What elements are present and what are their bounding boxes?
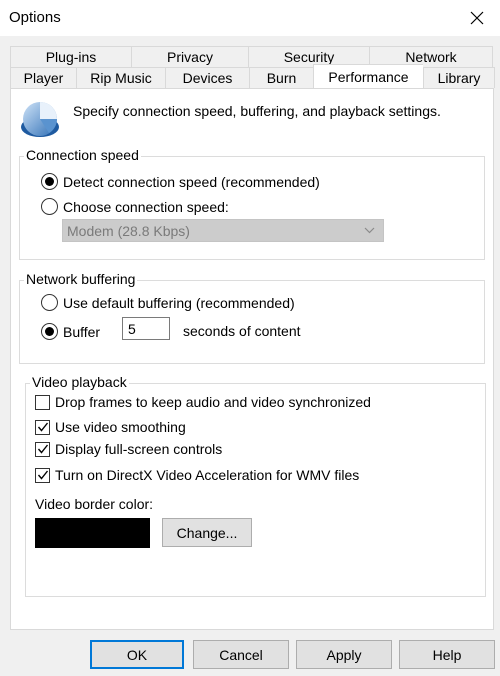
header-description: Specify connection speed, buffering, and… xyxy=(73,103,441,119)
video-smoothing-option[interactable]: Use video smoothing xyxy=(35,419,186,435)
chevron-down-icon xyxy=(364,227,375,234)
video-playback-group: Video playback Drop frames to keep audio… xyxy=(25,374,486,597)
tab-row-front: Player Rip Music Devices Burn Performanc… xyxy=(10,64,495,88)
tab-player[interactable]: Player xyxy=(10,67,76,88)
detect-speed-label: Detect connection speed (recommended) xyxy=(63,173,320,190)
video-smoothing-checkbox[interactable] xyxy=(35,419,50,435)
buffer-label: Buffer xyxy=(63,323,101,340)
directx-acceleration-checkbox[interactable] xyxy=(35,467,50,483)
checkmark-icon xyxy=(37,444,48,454)
close-icon xyxy=(470,11,484,25)
connection-speed-select[interactable]: Modem (28.8 Kbps) xyxy=(62,219,384,242)
directx-acceleration-option[interactable]: Turn on DirectX Video Acceleration for W… xyxy=(35,467,359,483)
connection-speed-value: Modem (28.8 Kbps) xyxy=(67,222,190,239)
network-buffering-label: Network buffering xyxy=(24,271,138,287)
close-button[interactable] xyxy=(454,0,500,36)
tab-rip-music[interactable]: Rip Music xyxy=(76,67,165,88)
fullscreen-controls-checkbox[interactable] xyxy=(35,441,50,457)
default-buffering-label: Use default buffering (recommended) xyxy=(63,294,295,311)
fullscreen-controls-label: Display full-screen controls xyxy=(55,441,223,457)
title-bar: Options xyxy=(0,0,500,36)
choose-speed-radio[interactable] xyxy=(41,198,58,215)
tab-devices[interactable]: Devices xyxy=(165,67,249,88)
tab-performance[interactable]: Performance xyxy=(313,64,423,88)
directx-acceleration-label: Turn on DirectX Video Acceleration for W… xyxy=(55,467,360,483)
buffer-suffix-label: seconds of content xyxy=(183,323,301,339)
network-buffering-group: Network buffering Use default buffering … xyxy=(19,271,485,364)
drop-frames-checkbox[interactable] xyxy=(35,394,50,410)
tab-privacy[interactable]: Privacy xyxy=(131,46,248,67)
tab-burn[interactable]: Burn xyxy=(249,67,313,88)
fullscreen-controls-option[interactable]: Display full-screen controls xyxy=(35,441,222,457)
detect-speed-radio[interactable] xyxy=(41,173,58,190)
drop-frames-label: Drop frames to keep audio and video sync… xyxy=(55,394,371,410)
video-smoothing-label: Use video smoothing xyxy=(55,419,186,435)
tab-panel-performance: Specify connection speed, buffering, and… xyxy=(10,88,494,630)
cancel-button[interactable]: Cancel xyxy=(193,640,289,669)
choose-speed-label: Choose connection speed: xyxy=(63,198,229,215)
detect-speed-option[interactable]: Detect connection speed (recommended) xyxy=(41,173,320,190)
connection-speed-label: Connection speed xyxy=(24,147,141,163)
buffer-radio[interactable] xyxy=(41,323,58,340)
border-color-label: Video border color: xyxy=(35,496,154,512)
buffer-seconds-input[interactable]: 5 xyxy=(122,317,170,340)
ok-button[interactable]: OK xyxy=(90,640,184,669)
default-buffering-radio[interactable] xyxy=(41,294,58,311)
apply-button[interactable]: Apply xyxy=(296,640,392,669)
performance-icon xyxy=(21,102,59,137)
border-color-swatch xyxy=(35,518,150,548)
change-color-button[interactable]: Change... xyxy=(162,518,252,547)
tab-library[interactable]: Library xyxy=(423,67,495,88)
video-playback-label: Video playback xyxy=(30,374,129,390)
choose-speed-option[interactable]: Choose connection speed: xyxy=(41,198,229,215)
default-buffering-option[interactable]: Use default buffering (recommended) xyxy=(41,294,295,311)
window-title: Options xyxy=(9,9,61,26)
tab-plug-ins[interactable]: Plug-ins xyxy=(10,46,131,67)
help-button[interactable]: Help xyxy=(399,640,495,669)
checkmark-icon xyxy=(37,422,48,432)
drop-frames-option[interactable]: Drop frames to keep audio and video sync… xyxy=(35,394,371,410)
checkmark-icon xyxy=(37,470,48,480)
connection-speed-group: Connection speed Detect connection speed… xyxy=(19,147,485,260)
buffer-option[interactable]: Buffer xyxy=(41,323,100,340)
